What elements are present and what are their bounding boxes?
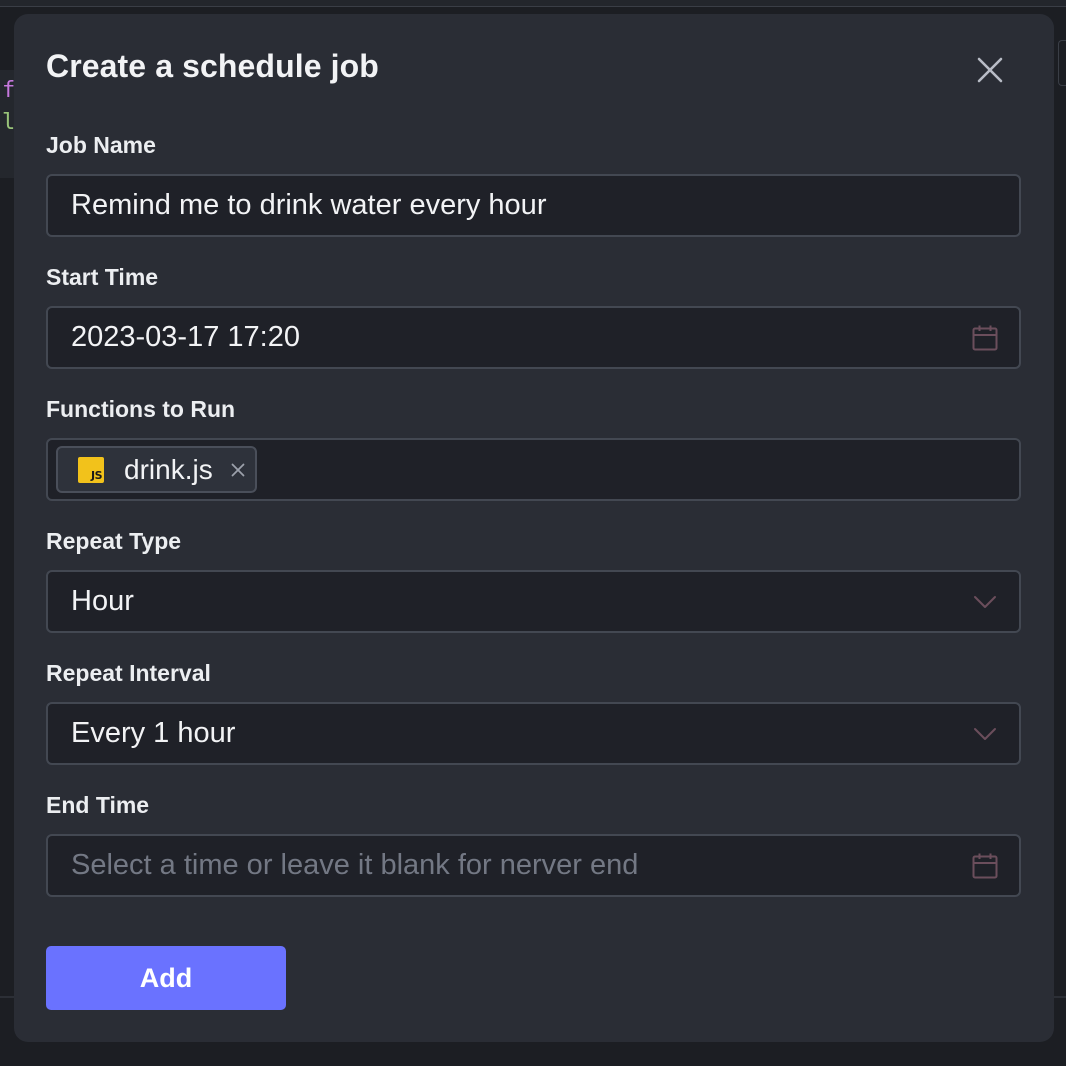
start-time-picker[interactable]: 2023-03-17 17:20: [46, 306, 1021, 369]
calendar-icon[interactable]: [971, 852, 999, 880]
remove-tag-icon[interactable]: [230, 462, 246, 478]
job-name-input[interactable]: Remind me to drink water every hour: [46, 174, 1021, 237]
job-name-value: Remind me to drink water every hour: [71, 189, 547, 221]
function-tag-label: drink.js: [124, 454, 213, 485]
repeat-interval-value: Every 1 hour: [71, 717, 236, 749]
start-time-label: Start Time: [46, 264, 159, 290]
add-button[interactable]: Add: [46, 946, 286, 1010]
close-icon: [977, 57, 1003, 83]
end-time-picker[interactable]: Select a time or leave it blank for nerv…: [46, 834, 1021, 897]
function-tag[interactable]: JS drink.js: [56, 446, 257, 493]
calendar-icon[interactable]: [971, 324, 999, 352]
repeat-type-select[interactable]: Hour: [46, 570, 1021, 633]
js-file-icon: JS: [78, 457, 104, 483]
dialog-title: Create a schedule job: [46, 48, 379, 84]
create-schedule-job-dialog: Create a schedule job Job Name Remind me…: [14, 14, 1054, 1042]
end-time-label: End Time: [46, 792, 150, 818]
repeat-type-label: Repeat Type: [46, 528, 182, 554]
js-badge-text: JS: [90, 469, 103, 482]
background-code-editor: f l: [0, 70, 15, 178]
close-button[interactable]: [970, 50, 1010, 90]
background-panel-edge: [1058, 40, 1066, 86]
chevron-down-icon: [974, 596, 996, 608]
background-top-bar: [0, 0, 1066, 7]
job-name-label: Job Name: [46, 132, 156, 158]
repeat-interval-label: Repeat Interval: [46, 660, 211, 686]
chevron-down-icon: [974, 728, 996, 740]
repeat-interval-select[interactable]: Every 1 hour: [46, 702, 1021, 765]
functions-select[interactable]: JS drink.js: [46, 438, 1021, 501]
functions-label: Functions to Run: [46, 396, 236, 422]
repeat-type-value: Hour: [71, 585, 134, 617]
start-time-value: 2023-03-17 17:20: [71, 321, 300, 353]
end-time-placeholder: Select a time or leave it blank for nerv…: [71, 849, 639, 881]
